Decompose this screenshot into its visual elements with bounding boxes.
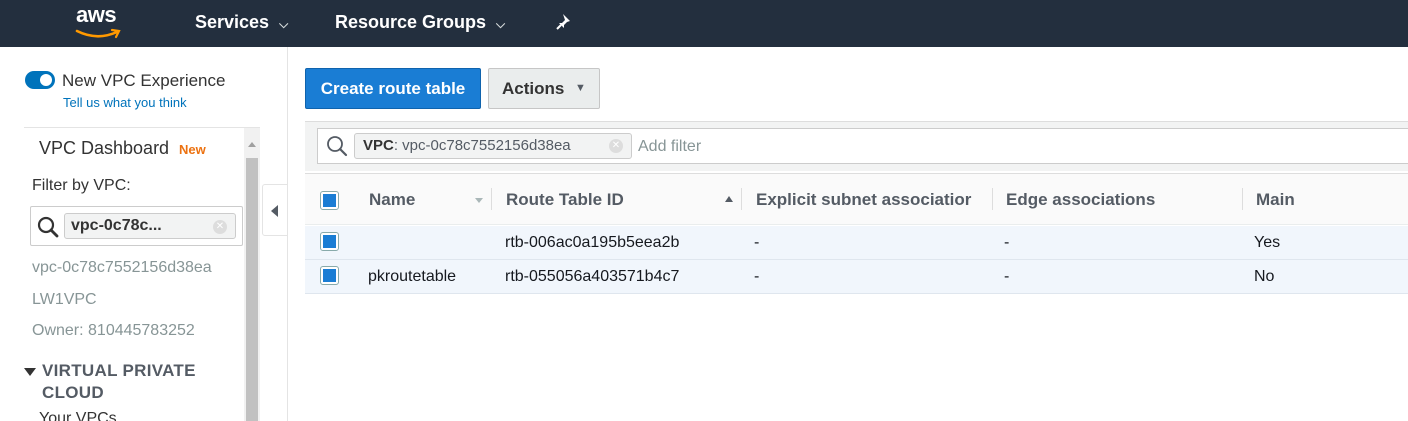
chip-key: VPC <box>363 137 394 154</box>
select-all-checkbox[interactable] <box>320 191 339 210</box>
aws-logo[interactable]: aws <box>72 2 132 42</box>
toggle-knob <box>40 74 52 86</box>
new-vpc-experience-toggle[interactable] <box>25 71 55 89</box>
vpc-id-text: vpc-0c78c7552156d38ea <box>32 259 212 276</box>
cell-main: Yes <box>1254 234 1281 251</box>
add-filter-placeholder[interactable]: Add filter <box>638 138 701 156</box>
filter-by-vpc-label: Filter by VPC: <box>32 177 131 194</box>
cell-explicit-subnet: - <box>754 234 760 251</box>
row-checkbox[interactable] <box>320 232 339 251</box>
filter-bar: VPC: vpc-0c78c7552156d38ea ✕ Add filter <box>305 121 1408 171</box>
chevron-down-icon: ⌵ <box>279 17 289 31</box>
aws-smile-icon <box>75 28 121 39</box>
cell-main: No <box>1254 268 1275 285</box>
resource-groups-menu-label: Resource Groups <box>335 12 487 32</box>
cell-route-table-id[interactable]: rtb-006ac0a195b5eea2b <box>505 234 679 252</box>
clear-icon[interactable]: ✕ <box>213 220 227 234</box>
left-sidebar: New VPC Experience Tell us what you thin… <box>0 47 288 421</box>
your-vpcs-link[interactable]: Your VPCs <box>39 410 117 421</box>
vpc-filter-token: vpc-0c78c... ✕ <box>64 213 236 239</box>
chevron-down-icon: ▼ <box>575 82 586 94</box>
vpc-filter-token-label: vpc-0c78c... <box>71 217 162 234</box>
column-header-route-table-id[interactable]: Route Table ID <box>506 190 624 210</box>
navigation-panel: VPC Dashboard New Filter by VPC: vpc-0c7… <box>24 127 260 421</box>
table-row[interactable]: rtb-006ac0a195b5eea2b - - Yes <box>305 226 1408 260</box>
table-header: Name Route Table ID Explicit subnet asso… <box>305 173 1408 225</box>
feedback-link[interactable]: Tell us what you think <box>63 95 187 110</box>
search-icon <box>37 216 59 238</box>
clear-icon[interactable]: ✕ <box>609 139 623 153</box>
column-header-edge-associations[interactable]: Edge associations <box>1006 190 1155 210</box>
column-header-main[interactable]: Main <box>1256 190 1295 210</box>
cell-route-table-id[interactable]: rtb-055056a403571b4c7 <box>505 268 679 286</box>
cell-edge-associations: - <box>1004 234 1010 251</box>
vpc-filter-chip: VPC: vpc-0c78c7552156d38ea ✕ <box>354 133 632 159</box>
toggle-label: New VPC Experience <box>62 71 226 90</box>
aws-logo-text: aws <box>76 2 117 27</box>
resource-groups-menu[interactable]: Resource Groups ⌵ <box>335 12 505 33</box>
vpc-dashboard-link[interactable]: VPC Dashboard <box>39 138 169 159</box>
column-divider[interactable] <box>1242 188 1243 210</box>
cell-name: pkroutetable <box>368 268 457 285</box>
cell-explicit-subnet: - <box>754 268 760 285</box>
section-title: VIRTUAL PRIVATE CLOUD <box>42 360 196 404</box>
section-title-line2: CLOUD <box>42 383 104 402</box>
search-icon <box>327 136 348 157</box>
scrollbar[interactable] <box>244 128 260 421</box>
column-header-name[interactable]: Name <box>369 190 415 210</box>
actions-button[interactable]: Actions ▼ <box>488 68 600 109</box>
vpc-filter-input[interactable]: vpc-0c78c... ✕ <box>30 206 243 246</box>
services-menu[interactable]: Services ⌵ <box>195 12 288 33</box>
cell-edge-associations: - <box>1004 268 1010 285</box>
chip-value: : vpc-0c78c7552156d38ea <box>393 137 571 154</box>
table-row[interactable]: pkroutetable rtb-055056a403571b4c7 - - N… <box>305 260 1408 294</box>
vpc-name-text: LW1VPC <box>32 291 97 308</box>
collapse-sidebar-button[interactable] <box>262 184 288 236</box>
column-divider[interactable] <box>992 188 993 210</box>
expand-triangle-icon <box>24 368 36 376</box>
new-badge: New <box>179 142 206 157</box>
chevron-down-icon: ⌵ <box>496 17 506 31</box>
scroll-thumb[interactable] <box>246 158 258 421</box>
filter-input[interactable]: VPC: vpc-0c78c7552156d38ea ✕ Add filter <box>317 128 1408 164</box>
sort-icon[interactable] <box>725 196 733 202</box>
column-header-explicit-subnet[interactable]: Explicit subnet associatior <box>756 190 971 210</box>
section-title-line1: VIRTUAL PRIVATE <box>42 361 196 380</box>
sort-icon[interactable] <box>475 198 483 203</box>
row-checkbox[interactable] <box>320 266 339 285</box>
top-navigation-bar: aws Services ⌵ Resource Groups ⌵ <box>0 0 1408 47</box>
owner-text: Owner: 810445783252 <box>32 322 195 339</box>
services-menu-label: Services <box>195 12 270 32</box>
scroll-up-arrow-icon[interactable] <box>248 142 256 147</box>
pin-icon[interactable] <box>556 13 574 31</box>
column-divider[interactable] <box>491 188 492 210</box>
create-route-table-button[interactable]: Create route table <box>305 68 481 109</box>
actions-button-label: Actions <box>502 79 565 98</box>
column-divider[interactable] <box>741 188 742 210</box>
collapse-left-icon <box>271 205 278 217</box>
